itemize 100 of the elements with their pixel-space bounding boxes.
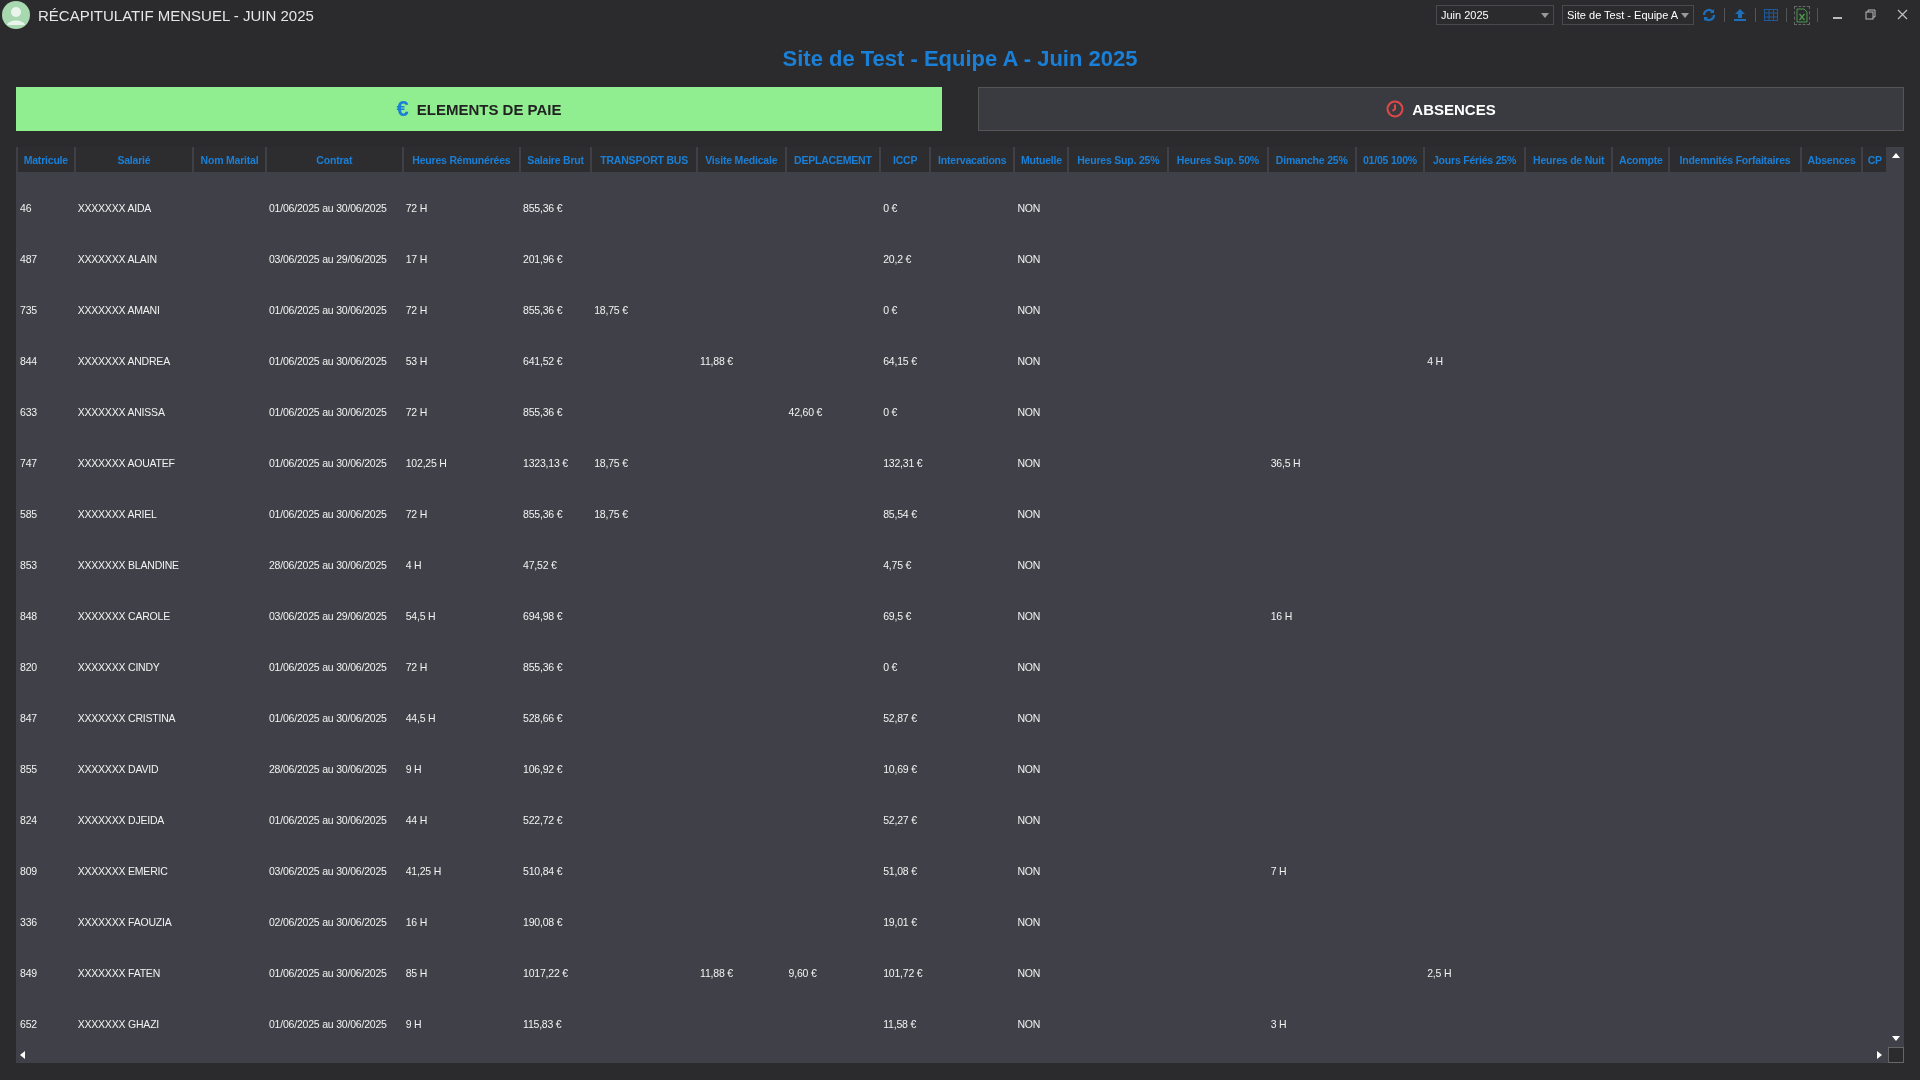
column-header[interactable]: Jours Fériés 25% <box>1425 147 1524 172</box>
table-cell-text: 820 <box>19 659 38 675</box>
table-cell-text: XXXXXXX ARIEL <box>76 506 158 522</box>
table-cell-text: 844 <box>19 353 38 369</box>
spreadsheet-file-icon[interactable] <box>1795 6 1809 24</box>
table-cell-text: 44 H <box>404 812 429 828</box>
avatar-icon <box>2 1 30 29</box>
table-cell-text: XXXXXXX FAOUZIA <box>76 914 173 930</box>
refresh-icon[interactable] <box>1702 8 1716 22</box>
table-cell-text: 64,15 € <box>882 353 918 369</box>
table-cell-text: XXXXXXX DJEIDA <box>76 812 166 828</box>
column-header[interactable]: ICCP <box>881 147 930 172</box>
table-cell-text: 01/06/2025 au 30/06/2025 <box>267 404 388 420</box>
column-header[interactable]: Matricule <box>18 147 74 172</box>
table-cell-text: NON <box>1016 761 1042 777</box>
scroll-right-icon[interactable] <box>1877 1051 1882 1059</box>
table-cell-text: 01/06/2025 au 30/06/2025 <box>267 965 388 981</box>
table-cell-text: XXXXXXX FATEN <box>76 965 162 981</box>
table-cell-text: 4,75 € <box>882 557 913 573</box>
table-cell-text: XXXXXXX ANISSA <box>76 404 166 420</box>
table-cell-text: 848 <box>19 608 38 624</box>
table-cell-text: 72 H <box>404 302 429 318</box>
column-header[interactable]: Salaire Brut <box>521 147 591 172</box>
tab[interactable]: ABSENCES <box>978 87 1904 131</box>
table-cell-text: XXXXXXX BLANDINE <box>76 557 180 573</box>
table-cell-text: 855,36 € <box>522 506 564 522</box>
scroll-left-icon[interactable] <box>20 1051 25 1059</box>
table-cell-text: 18,75 € <box>593 506 629 522</box>
caret-icon <box>1541 12 1549 18</box>
euro-icon: € <box>396 96 409 122</box>
table-cell-text: 17 H <box>404 251 429 267</box>
table-cell-text: 522,72 € <box>522 812 564 828</box>
table-cell-text: 85,54 € <box>882 506 918 522</box>
table-cell-text: 694,98 € <box>522 608 564 624</box>
table-cell-text: 849 <box>19 965 38 981</box>
table-cell-text: 01/06/2025 au 30/06/2025 <box>267 506 388 522</box>
column-header[interactable]: Intervacations <box>931 147 1014 172</box>
table-cell-text: 747 <box>19 455 38 471</box>
column-header[interactable]: Dimanche 25% <box>1268 147 1355 172</box>
table-cell-text: NON <box>1016 863 1042 879</box>
table-cell-text: 10,69 € <box>882 761 918 777</box>
table-cell-text: 847 <box>19 710 38 726</box>
column-header[interactable]: Heures Rémunérées <box>403 147 519 172</box>
table-cell-text: 4 H <box>1426 353 1444 369</box>
table-cell-text: 01/06/2025 au 30/06/2025 <box>267 710 388 726</box>
table-cell-text: 47,52 € <box>522 557 558 573</box>
column-header[interactable]: TRANSPORT BUS <box>592 147 697 172</box>
column-header[interactable]: Salarié <box>75 147 193 172</box>
table-cell-text: NON <box>1016 1016 1042 1032</box>
column-header[interactable]: Indemnités Forfaitaires <box>1670 147 1800 172</box>
column-header[interactable]: DEPLACEMENT <box>786 147 880 172</box>
scroll-down-icon[interactable] <box>1892 1036 1900 1041</box>
site-dropdown[interactable]: Site de Test - Equipe A <box>1562 5 1694 25</box>
table-cell-text: 855 <box>19 761 38 777</box>
column-header[interactable]: Mutuelle <box>1015 147 1068 172</box>
table-cell-text: NON <box>1016 557 1042 573</box>
tab[interactable]: € ELEMENTS DE PAIE <box>16 87 942 131</box>
table-cell-text: 0 € <box>882 404 899 420</box>
table-cell-text: 46 <box>19 200 33 216</box>
table-cell-text: 102,25 H <box>404 455 448 471</box>
table-cell-text: XXXXXXX AIDA <box>76 200 153 216</box>
period-dropdown[interactable]: Juin 2025 <box>1436 5 1554 25</box>
table-cell-text: 11,88 € <box>699 353 734 369</box>
table-cell-text: XXXXXXX AOUATEF <box>76 455 176 471</box>
column-header[interactable]: Contrat <box>266 147 402 172</box>
column-header[interactable]: Heures de Nuit <box>1525 147 1612 172</box>
column-header[interactable]: CP <box>1863 147 1886 172</box>
table-cell-text: 652 <box>19 1016 38 1032</box>
scroll-up-icon[interactable] <box>1892 153 1900 158</box>
table-cell-text: 510,84 € <box>522 863 564 879</box>
table-cell-text: XXXXXXX CINDY <box>76 659 161 675</box>
table-cell-text: NON <box>1016 200 1042 216</box>
table-cell-text: 72 H <box>404 404 429 420</box>
table-cell-text: 41,25 H <box>404 863 443 879</box>
column-header[interactable]: Heures Sup. 25% <box>1069 147 1168 172</box>
table-cell-text: 9 H <box>404 1016 423 1032</box>
table-cell-text: NON <box>1016 353 1042 369</box>
table-cell-text: 585 <box>19 506 38 522</box>
table-cell-text: XXXXXXX CRISTINA <box>76 710 177 726</box>
column-header[interactable]: Nom Marital <box>194 147 265 172</box>
column-header[interactable]: Absences <box>1801 147 1862 172</box>
table-cell-text: 69,5 € <box>882 608 913 624</box>
table-cell-text: 20,2 € <box>882 251 913 267</box>
column-header[interactable]: Visite Medicale <box>698 147 785 172</box>
table-cell-text: 28/06/2025 au 30/06/2025 <box>267 761 388 777</box>
table-cell-text: 01/06/2025 au 30/06/2025 <box>267 812 388 828</box>
table-cell-text: 52,87 € <box>882 710 918 726</box>
table-cell-text: 528,66 € <box>522 710 564 726</box>
upload-icon[interactable] <box>1733 8 1747 22</box>
column-header[interactable]: 01/05 100% <box>1356 147 1424 172</box>
table-cell-text: XXXXXXX ANDREA <box>76 353 171 369</box>
table-cell-text: XXXXXXX AMANI <box>76 302 161 318</box>
table-cell-text: NON <box>1016 455 1042 471</box>
table-cell-text: 3 H <box>1269 1016 1288 1032</box>
table-cell-text: 2,5 H <box>1426 965 1453 981</box>
column-header[interactable]: Acompte <box>1613 147 1669 172</box>
column-header[interactable]: Heures Sup. 50% <box>1169 147 1267 172</box>
table-cell-text: XXXXXXX CAROLE <box>76 608 171 624</box>
table-cell-text: 106,92 € <box>522 761 564 777</box>
table-cell-text: 855,36 € <box>522 302 564 318</box>
